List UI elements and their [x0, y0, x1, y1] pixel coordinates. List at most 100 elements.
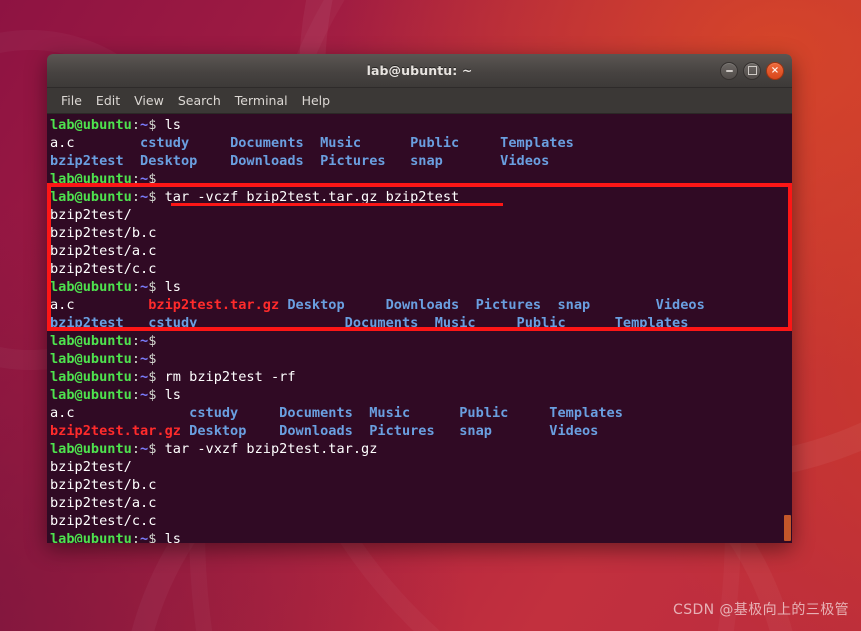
prompt-dollar: $ [148, 441, 165, 457]
terminal-command: tar -vczf bzip2test.tar.gz bzip2test [164, 189, 460, 205]
prompt-colon: : [131, 189, 141, 205]
terminal-output-line: a.c cstudy Documents Music Public Templa… [50, 134, 721, 152]
terminal-command: ls [164, 387, 181, 403]
terminal-list-entry: Pictures [475, 297, 558, 313]
terminal-list-entry: a.c [50, 135, 141, 151]
terminal-command: ls [164, 117, 181, 133]
prompt-colon: : [131, 333, 141, 349]
terminal-prompt-line: lab@ubuntu:~$ tar -vczf bzip2test.tar.gz… [50, 188, 721, 206]
window-titlebar[interactable]: lab@ubuntu: ~ × [47, 54, 792, 88]
prompt-user-host: lab@ubuntu [50, 351, 132, 367]
terminal-output-text: bzip2test/ [50, 459, 132, 475]
terminal-list-entry: Templates [614, 315, 697, 331]
terminal-command: ls [164, 531, 181, 543]
prompt-user-host: lab@ubuntu [50, 189, 132, 205]
terminal-list-entry: Videos [500, 153, 591, 169]
terminal-prompt-line: lab@ubuntu:~$ rm bzip2test -rf [50, 368, 721, 386]
terminal-list-entry: a.c [50, 405, 190, 421]
terminal-prompt-line: lab@ubuntu:~$ [50, 332, 721, 350]
window-controls: × [720, 54, 784, 87]
prompt-path: ~ [140, 189, 149, 205]
terminal-output-area[interactable]: lab@ubuntu:~$ ls a.c cstudy Documents Mus… [47, 114, 792, 543]
prompt-dollar: $ [148, 279, 165, 295]
menu-item-view[interactable]: View [127, 91, 171, 110]
menu-item-edit[interactable]: Edit [89, 91, 127, 110]
terminal-output-line: bzip2test/b.c [50, 224, 721, 242]
prompt-user-host: lab@ubuntu [50, 333, 132, 349]
prompt-path: ~ [140, 351, 149, 367]
menu-item-file[interactable]: File [54, 91, 89, 110]
minimize-button[interactable] [720, 61, 738, 80]
menu-item-search[interactable]: Search [171, 91, 228, 110]
prompt-path: ~ [140, 387, 149, 403]
terminal-command: ls [164, 279, 181, 295]
prompt-dollar: $ [148, 387, 165, 403]
prompt-colon: : [131, 531, 141, 543]
prompt-colon: : [131, 171, 141, 187]
terminal-output-line: bzip2test/c.c [50, 260, 721, 278]
terminal-list-entry: cstudy [140, 135, 231, 151]
terminal-output-line: bzip2test cstudy Documents Music Public … [50, 314, 721, 332]
close-button[interactable]: × [766, 61, 784, 80]
terminal-output-text: bzip2test/b.c [50, 225, 157, 241]
terminal-prompt-line: lab@ubuntu:~$ ls [50, 386, 721, 404]
terminal-output-line: bzip2test Desktop Downloads Pictures sna… [50, 152, 721, 170]
terminal-list-entry: Desktop [287, 297, 386, 313]
terminal-list-entry: Pictures [369, 423, 460, 439]
terminal-list-entry: Documents [230, 135, 321, 151]
maximize-button[interactable] [743, 61, 761, 80]
prompt-dollar: $ [148, 189, 165, 205]
terminal-output-line: bzip2test/a.c [50, 242, 721, 260]
terminal-output-text: bzip2test/a.c [50, 243, 157, 259]
terminal-list-entry: Documents [344, 315, 435, 331]
prompt-user-host: lab@ubuntu [50, 531, 132, 543]
terminal-output-line: a.c cstudy Documents Music Public Templa… [50, 404, 721, 422]
terminal-command: tar -vxzf bzip2test.tar.gz [164, 441, 378, 457]
prompt-path: ~ [140, 171, 149, 187]
prompt-path: ~ [140, 333, 149, 349]
terminal-scrollbar[interactable] [782, 114, 792, 543]
terminal-list-entry: bzip2test [50, 153, 141, 169]
terminal-list-entry: snap [459, 423, 550, 439]
close-icon: × [770, 64, 780, 76]
terminal-list-entry: a.c [50, 297, 149, 313]
terminal-list-entry: Public [410, 135, 501, 151]
prompt-dollar: $ [148, 171, 165, 187]
window-title: lab@ubuntu: ~ [366, 63, 473, 78]
terminal-list-entry: Downloads [230, 153, 321, 169]
terminal-output-line: bzip2test/b.c [50, 476, 721, 494]
terminal-output-text: bzip2test/c.c [50, 261, 157, 277]
prompt-user-host: lab@ubuntu [50, 387, 132, 403]
terminal-prompt-line: lab@ubuntu:~$ ls [50, 530, 721, 543]
desktop-background: lab@ubuntu: ~ × File Edit View Search Te… [0, 0, 861, 631]
terminal-prompt-line: lab@ubuntu:~$ ls [50, 116, 721, 134]
terminal-list-entry: snap [410, 153, 501, 169]
prompt-colon: : [131, 351, 141, 367]
terminal-list-entry: Downloads [385, 297, 476, 313]
terminal-list-entry: Documents [279, 405, 370, 421]
terminal-list-entry: Public [516, 315, 615, 331]
terminal-output-text: bzip2test/b.c [50, 477, 157, 493]
prompt-colon: : [131, 387, 141, 403]
prompt-colon: : [131, 117, 141, 133]
prompt-user-host: lab@ubuntu [50, 117, 132, 133]
menu-item-help[interactable]: Help [295, 91, 338, 110]
terminal-command: rm bzip2test -rf [164, 369, 296, 385]
scrollbar-thumb[interactable] [784, 515, 791, 541]
prompt-colon: : [131, 279, 141, 295]
terminal-window: lab@ubuntu: ~ × File Edit View Search Te… [47, 54, 792, 543]
prompt-path: ~ [140, 279, 149, 295]
menu-bar: File Edit View Search Terminal Help [47, 88, 792, 114]
prompt-dollar: $ [148, 333, 165, 349]
prompt-user-host: lab@ubuntu [50, 279, 132, 295]
terminal-list-entry: Templates [549, 405, 640, 421]
minimize-icon [725, 69, 733, 72]
terminal-output-line: bzip2test/c.c [50, 512, 721, 530]
terminal-list-entry: Videos [655, 297, 722, 313]
terminal-list-entry: bzip2test.tar.gz [50, 423, 190, 439]
menu-item-terminal[interactable]: Terminal [228, 91, 295, 110]
terminal-prompt-line: lab@ubuntu:~$ [50, 170, 721, 188]
prompt-dollar: $ [148, 117, 165, 133]
terminal-prompt-line: lab@ubuntu:~$ ls [50, 278, 721, 296]
prompt-path: ~ [140, 441, 149, 457]
